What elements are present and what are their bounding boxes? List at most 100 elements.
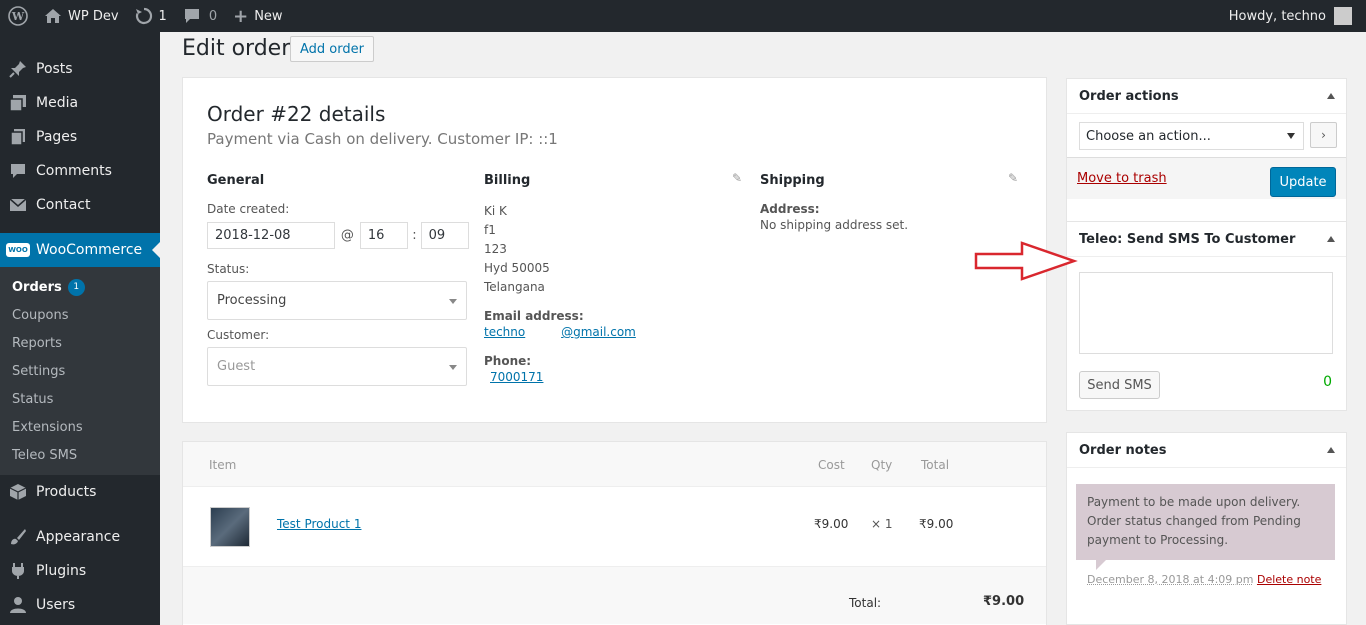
comment-icon <box>183 8 201 24</box>
at-separator: @ <box>340 228 354 243</box>
email-link[interactable]: techno <box>484 325 525 339</box>
order-actions-header[interactable]: Order actions <box>1067 79 1346 114</box>
woo-icon-text: WOO <box>6 243 30 257</box>
send-sms-title: Teleo: Send SMS To Customer <box>1079 231 1296 247</box>
comment-icon <box>8 161 28 181</box>
delete-note-link[interactable]: Delete note <box>1257 573 1321 586</box>
avatar <box>1334 7 1352 25</box>
order-data-panel: Order #22 details Payment via Cash on de… <box>182 77 1047 423</box>
edit-billing-pencil-icon[interactable]: ✎ <box>732 171 742 185</box>
wp-logo-icon[interactable]: W <box>0 0 36 32</box>
annotation-arrow-icon <box>974 241 1078 281</box>
user-icon <box>8 595 28 615</box>
comments-link[interactable]: 0 <box>175 0 225 32</box>
menu-appearance[interactable]: Appearance <box>0 520 160 554</box>
woocommerce-submenu: Orders 1 Coupons Reports Settings Status … <box>0 267 160 475</box>
update-button[interactable]: Update <box>1270 167 1336 197</box>
items-header: Item Cost Qty Total <box>183 442 1046 487</box>
collapse-arrow-icon[interactable] <box>1327 236 1335 242</box>
menu-media[interactable]: Media <box>0 86 160 120</box>
new-content-link[interactable]: + New <box>225 0 290 32</box>
menu-users[interactable]: Users <box>0 588 160 622</box>
submenu-extensions[interactable]: Extensions <box>0 413 160 441</box>
order-action-select[interactable]: Choose an action... <box>1079 122 1304 150</box>
total-value: ₹9.00 <box>983 594 1025 609</box>
main-content: Edit order Add order Order #22 details P… <box>160 32 1366 625</box>
plus-icon: + <box>233 5 249 27</box>
admin-sidebar: Posts Media Pages Comments Contact WOO W… <box>0 32 160 625</box>
send-sms-button[interactable]: Send SMS <box>1079 371 1160 399</box>
chevron-down-icon <box>449 299 457 308</box>
woocommerce-icon: WOO <box>6 240 30 260</box>
sms-character-count: 0 <box>1323 374 1332 390</box>
hour-input[interactable]: 16 <box>359 222 409 249</box>
general-heading: General <box>207 173 265 188</box>
status-select[interactable]: Processing <box>207 281 467 320</box>
collapse-arrow-icon[interactable] <box>1327 93 1335 99</box>
total-column-header: Total <box>921 458 950 472</box>
add-order-button[interactable]: Add order <box>290 36 374 62</box>
shipping-heading: Shipping <box>760 173 825 188</box>
chevron-down-icon <box>1287 133 1295 143</box>
media-icon <box>8 93 28 113</box>
svg-text:W: W <box>11 10 25 23</box>
chevron-right-icon: › <box>1321 128 1326 142</box>
submenu-settings[interactable]: Settings <box>0 357 160 385</box>
apply-action-button[interactable]: › <box>1310 122 1337 148</box>
site-name-link[interactable]: WP Dev <box>36 0 127 32</box>
general-section: General Date created: 2018-12-08 @ 16 : … <box>207 173 469 386</box>
menu-contact[interactable]: Contact <box>0 188 160 222</box>
submenu-reports[interactable]: Reports <box>0 329 160 357</box>
item-total: ₹9.00 <box>919 517 954 531</box>
time-separator: : <box>412 228 417 243</box>
customer-select[interactable]: Guest <box>207 347 467 386</box>
billing-heading: Billing <box>484 173 531 188</box>
customer-label: Customer: <box>207 328 270 342</box>
product-link[interactable]: Test Product 1 <box>277 517 361 531</box>
customer-value: Guest <box>217 359 256 374</box>
minute-input[interactable]: 09 <box>420 222 469 249</box>
mail-icon <box>8 195 28 215</box>
my-account[interactable]: Howdy, techno <box>1229 7 1366 25</box>
plug-icon <box>8 561 28 581</box>
move-to-trash-link[interactable]: Move to trash <box>1077 171 1167 186</box>
howdy-text: Howdy, techno <box>1228 8 1326 24</box>
menu-comments[interactable]: Comments <box>0 154 160 188</box>
send-sms-header[interactable]: Teleo: Send SMS To Customer <box>1067 222 1346 257</box>
pages-icon <box>8 127 28 147</box>
orders-count-badge: 1 <box>67 278 85 296</box>
menu-products[interactable]: Products <box>0 475 160 509</box>
pin-icon <box>8 59 28 79</box>
note-meta: December 8, 2018 at 4:09 pm Delete note <box>1087 573 1321 586</box>
email-domain-link[interactable]: @gmail.com <box>561 325 636 339</box>
date-created-label: Date created: <box>207 202 290 216</box>
submenu-teleo-sms[interactable]: Teleo SMS <box>0 441 160 469</box>
menu-pages[interactable]: Pages <box>0 120 160 154</box>
order-notes-header[interactable]: Order notes <box>1067 433 1346 468</box>
sms-message-textarea[interactable] <box>1079 272 1333 354</box>
item-column-header: Item <box>209 458 237 472</box>
edit-shipping-pencil-icon[interactable]: ✎ <box>1008 171 1018 185</box>
date-created-input[interactable]: 2018-12-08 <box>207 222 335 249</box>
submenu-orders[interactable]: Orders 1 <box>0 273 160 301</box>
order-title: Order #22 details <box>207 102 386 126</box>
menu-posts[interactable]: Posts <box>0 52 160 86</box>
order-actions-box: Order actions Choose an action... › Move… <box>1066 78 1347 239</box>
updates-count: 1 <box>158 8 167 24</box>
updates-link[interactable]: 1 <box>127 0 175 32</box>
menu-woocommerce[interactable]: WOO WooCommerce <box>0 233 160 267</box>
collapse-arrow-icon[interactable] <box>1327 447 1335 453</box>
admin-bar: W WP Dev 1 0 + New Howdy, techno <box>0 0 1366 32</box>
order-notes-box: Order notes Payment to be made upon deli… <box>1066 432 1347 625</box>
phone-link[interactable]: 7000171 <box>490 370 543 384</box>
menu-plugins[interactable]: Plugins <box>0 554 160 588</box>
order-subtitle: Payment via Cash on delivery. Customer I… <box>207 130 558 148</box>
billing-section: Billing Ki K f1 123 Hyd 50005 Telangana … <box>484 173 744 387</box>
shipping-address-label: Address: <box>760 202 820 216</box>
note-timestamp: December 8, 2018 at 4:09 pm <box>1087 573 1254 586</box>
table-row: Test Product 1 ₹9.00 × 1 ₹9.00 <box>183 487 1046 567</box>
site-name: WP Dev <box>68 8 119 24</box>
billing-address: Ki K f1 123 Hyd 50005 Telangana <box>484 204 550 294</box>
submenu-status[interactable]: Status <box>0 385 160 413</box>
submenu-coupons[interactable]: Coupons <box>0 301 160 329</box>
